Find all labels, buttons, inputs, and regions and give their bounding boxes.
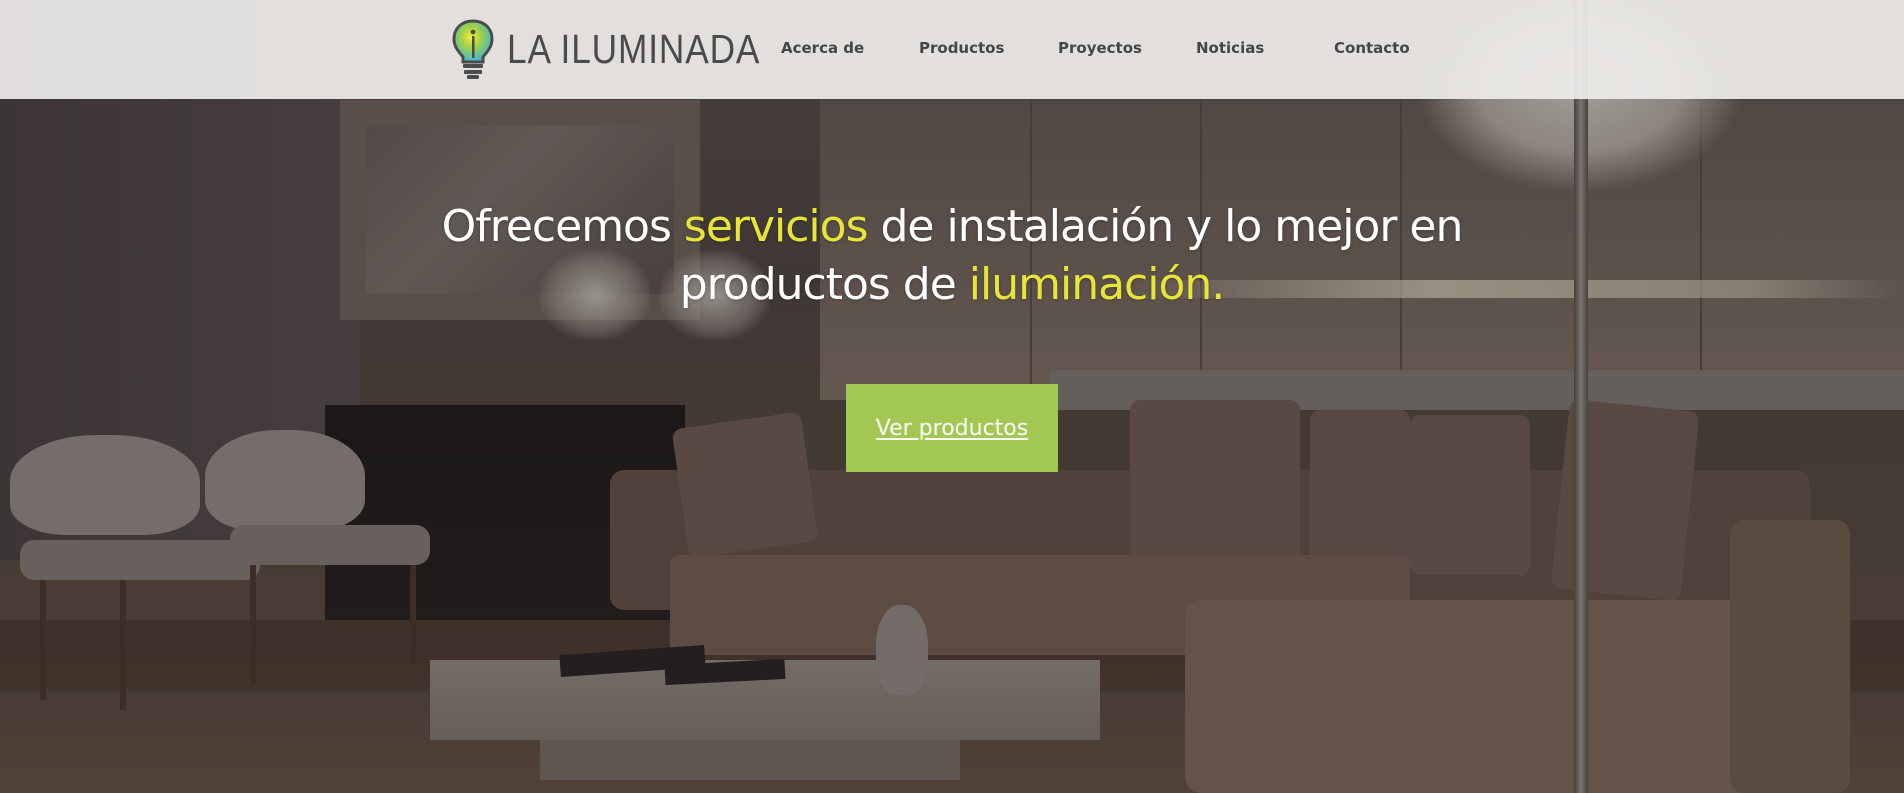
main-nav: Acerca de Productos Proyectos Noticias C…	[0, 0, 1904, 99]
hero-headline: Ofrecemos servicios de instalación y lo …	[420, 198, 1484, 314]
headline-accent-iluminacion: iluminación.	[968, 259, 1225, 310]
nav-item-proyectos[interactable]: Proyectos	[1058, 39, 1142, 57]
headline-text: Ofrecemos	[441, 201, 684, 252]
nav-item-noticias[interactable]: Noticias	[1196, 39, 1264, 57]
site-header: LA ILUMINADA Acerca de Productos Proyect…	[0, 0, 1904, 99]
headline-accent-servicios: servicios	[683, 201, 869, 252]
nav-item-contacto[interactable]: Contacto	[1334, 39, 1410, 57]
nav-item-acerca-de[interactable]: Acerca de	[781, 39, 864, 57]
nav-item-productos[interactable]: Productos	[919, 39, 1004, 57]
ver-productos-button[interactable]: Ver productos	[846, 384, 1058, 472]
